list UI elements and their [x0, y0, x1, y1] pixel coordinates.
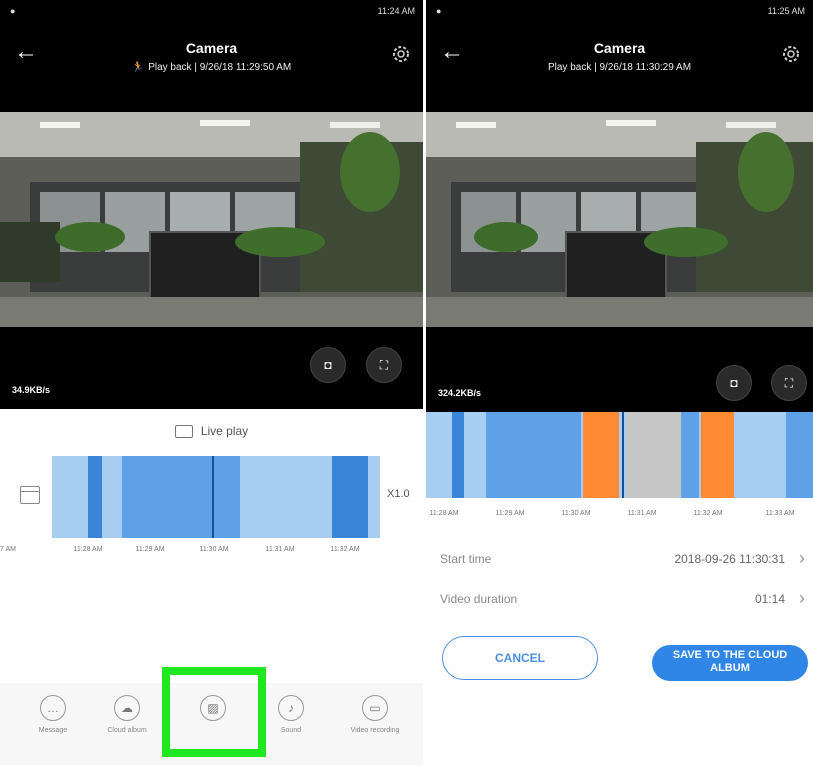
timeline-tick-labels: 11:28 AM 11:29 AM 11:30 AM 11:31 AM 11:32 AM…: [426, 510, 813, 522]
timeline-tick-label: 11:32 AM: [693, 510, 723, 517]
playback-timeline[interactable]: [426, 412, 813, 498]
timeline-recording-segment: [122, 456, 240, 538]
bitrate-label: 34.9KB/s: [12, 385, 51, 395]
timeline-recording-segment: [88, 456, 102, 538]
timeline-recording-segment: [681, 412, 699, 498]
screenshot-camera-icon[interactable]: ◘: [310, 347, 346, 383]
playback-subtitle: 🏃 Play back | 9/26/18 11:29:50 AM: [0, 62, 423, 73]
timeline-selected-segment: [701, 412, 734, 498]
toolbar-label: Sound: [280, 727, 302, 734]
toolbar-video-record-button[interactable]: ▭ Video recording: [340, 695, 410, 734]
timeline-cursor[interactable]: [622, 412, 624, 498]
timeline-tick-label: 11:28 AM: [73, 546, 103, 553]
toolbar-message-button[interactable]: … Message: [18, 695, 88, 734]
timeline-recording-segment: [786, 412, 813, 498]
screenshot-camera-icon[interactable]: ◘: [716, 365, 752, 401]
playback-timeline[interactable]: [52, 456, 380, 538]
toolbar-label: Cloud album: [107, 727, 147, 734]
fullscreen-icon[interactable]: ⛶: [366, 347, 402, 383]
video-controls-bar: 324.2KB/s ◘ ⛶: [426, 327, 813, 412]
video-duration-row[interactable]: Video duration 01:14 ›: [426, 580, 813, 620]
left-screen: ● 11:24 AM ← Camera 🏃 Play back | 9/26/18…: [0, 0, 423, 765]
header-bar: ● 11:24 AM ← Camera 🏃 Play back | 9/26/18…: [0, 0, 423, 112]
video-controls-bar: 34.9KB/s ◘ ⛶: [0, 327, 423, 409]
monitor-icon: [174, 425, 193, 439]
fullscreen-icon[interactable]: ⛶: [771, 365, 807, 401]
page-title: Camera: [185, 40, 238, 56]
timeline-tick-label: 11:33 AM: [765, 510, 795, 517]
playback-time: Play back | 9/26/18 11:30:29 AM: [547, 62, 692, 73]
video-duration-label: Video duration: [440, 592, 518, 606]
toolbar-label: Message: [38, 727, 68, 734]
zoom-level: X1.0: [387, 488, 410, 500]
timeline-tick-label: 11:29 AM: [135, 546, 165, 553]
bitrate-label: 324.2KB/s: [438, 388, 482, 398]
start-time-label: Start time: [440, 552, 492, 566]
status-bar-left: ●: [436, 6, 442, 16]
camera-video-feed[interactable]: [0, 112, 423, 327]
status-time: 11:25 AM: [767, 6, 805, 16]
timeline-selected-segment: [626, 412, 681, 498]
page-title: Camera: [593, 40, 646, 56]
calendar-icon[interactable]: [20, 486, 40, 504]
timeline-tick-label: 11:28 AM: [429, 510, 459, 517]
status-time: 11:24 AM: [377, 6, 415, 16]
camera-video-feed[interactable]: [426, 112, 813, 327]
timeline-recording-segment: [452, 412, 464, 498]
video-record-icon: ▭: [362, 695, 388, 721]
chevron-right-icon: ›: [799, 548, 805, 568]
start-time-row[interactable]: Start time 2018-09-26 11:30:31 ›: [426, 540, 813, 580]
playback-time: Play back | 9/26/18 11:29:50 AM: [148, 62, 292, 73]
timeline-recording-segment: [486, 412, 581, 498]
status-bar-left: ●: [10, 6, 16, 16]
timeline-tick-label: 11:29 AM: [495, 510, 525, 517]
office-scene-image: [0, 112, 423, 327]
chevron-right-icon: ›: [799, 588, 805, 608]
timeline-tick-label: 11:30 AM: [561, 510, 591, 517]
timeline-recording-segment: [426, 412, 813, 498]
timeline-selected-segment: [583, 412, 619, 498]
timeline-tick-label: 11:32 AM: [330, 546, 360, 553]
cloud-album-icon: ☁: [114, 695, 140, 721]
cancel-button[interactable]: CANCEL: [442, 636, 598, 680]
toolbar-sound-button[interactable]: ♪ Sound: [256, 695, 326, 734]
live-play-label: Live play: [200, 424, 249, 438]
timeline-tick-label: 11:30 AM: [199, 546, 229, 553]
video-duration-value: 01:14: [754, 592, 785, 606]
office-scene-image: [426, 112, 813, 327]
timeline-cursor[interactable]: [212, 456, 214, 538]
timeline-tick-label: 7 AM: [0, 546, 16, 553]
right-screen: ● 11:25 AM ← Camera Play back | 9/26/18 …: [426, 0, 813, 765]
timeline-tick-label: 11:31 AM: [265, 546, 295, 553]
toolbar-label: Video recording: [350, 727, 400, 734]
sound-icon: ♪: [278, 695, 304, 721]
save-to-cloud-button[interactable]: SAVE TO THE CLOUD ALBUM: [652, 645, 808, 681]
highlight-box: [162, 667, 266, 757]
settings-gear-icon[interactable]: [391, 44, 411, 64]
timeline-tick-labels: 7 AM 11:28 AM 11:29 AM 11:30 AM 11:31 AM 11:3…: [0, 546, 423, 558]
running-man-icon: 🏃: [131, 62, 145, 73]
toolbar-cloud-album-button[interactable]: ☁ Cloud album: [92, 695, 162, 734]
settings-gear-icon[interactable]: [781, 44, 801, 64]
message-icon: …: [40, 695, 66, 721]
live-play-link[interactable]: Live play: [0, 424, 423, 439]
start-time-value: 2018-09-26 11:30:31: [674, 552, 785, 566]
timeline-recording-segment: [332, 456, 368, 538]
timeline-tick-label: 11:31 AM: [627, 510, 657, 517]
header-bar: ● 11:25 AM ← Camera Play back | 9/26/18 …: [426, 0, 813, 112]
